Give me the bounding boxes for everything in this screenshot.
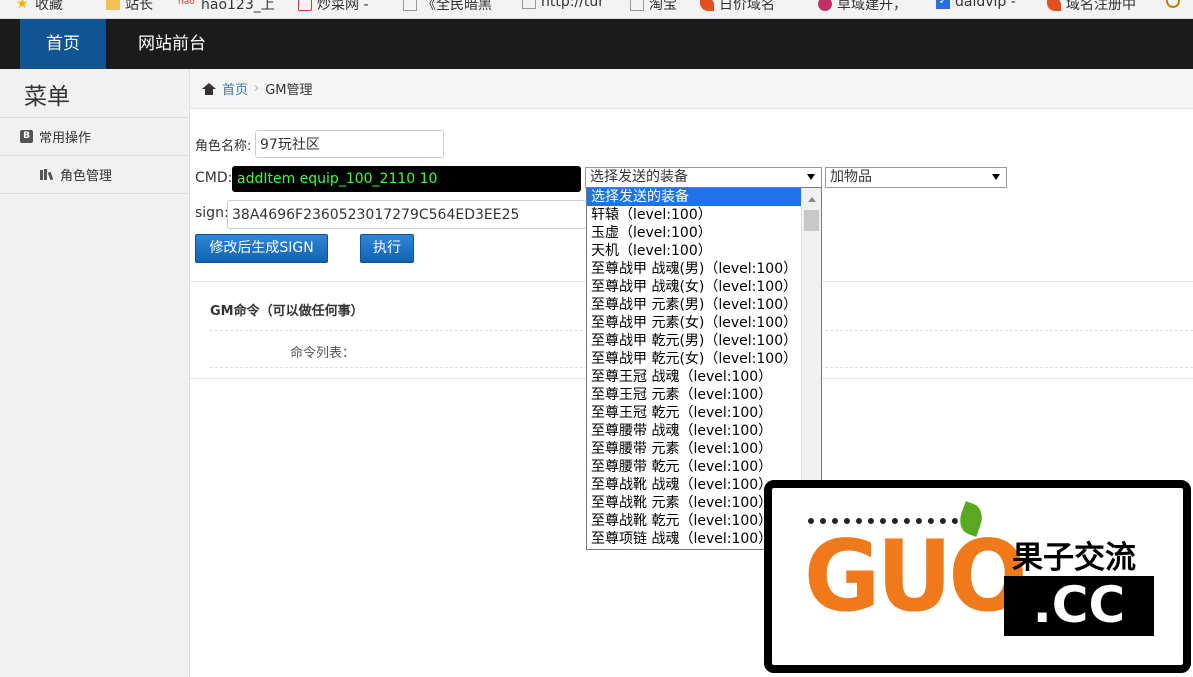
dropdown-option[interactable]: 至尊战甲 乾元(男)（level:100） — [587, 332, 801, 350]
breadcrumb: 首页 › GM管理 — [190, 69, 1193, 109]
extension-icon[interactable] — [1166, 0, 1180, 8]
sidebar-item-label: 角色管理 — [60, 168, 113, 184]
dropdown-option[interactable]: 至尊战甲 乾元(女)（level:100） — [587, 350, 801, 368]
nav-home[interactable]: 首页 — [20, 19, 106, 69]
bookmarks-bar: ★ 收藏 站长 hao hao123_上 炒菜网 - 《全民暗黑 http://tu… — [0, 0, 1193, 19]
bookmark-rijia[interactable]: 日价域名 — [700, 0, 775, 14]
breadcrumb-home-link[interactable]: 首页 — [222, 79, 248, 98]
role-name-label: 角色名称: — [195, 139, 252, 154]
dropdown-option[interactable]: 玉虚（level:100） — [587, 224, 801, 242]
gm-panel-title: GM命令（可以做任何事） — [210, 304, 364, 319]
feather-icon — [1047, 0, 1061, 11]
dropdown-option[interactable]: 至尊战甲 元素(男)（level:100） — [587, 296, 801, 314]
watermark-brand: GUO — [804, 520, 1028, 634]
dropdown-option[interactable]: 至尊战甲 战魂(女)（level:100） — [587, 278, 801, 296]
cmd-input[interactable]: addItem equip_100_2110 10 — [232, 166, 581, 192]
bookmark-daidvip[interactable]: ✓ daidvip - — [936, 0, 1016, 10]
top-navbar: 首页 网站前台 — [0, 19, 1193, 69]
hao123-icon: hao — [178, 0, 195, 7]
home-icon — [202, 82, 216, 95]
action-select-value: 加物品 — [830, 169, 872, 185]
divider — [0, 193, 189, 194]
star-icon: ★ — [16, 0, 29, 12]
breadcrumb-current: GM管理 — [265, 83, 313, 98]
role-name-input[interactable]: 97玩社区 — [255, 130, 444, 158]
bookmark-taobao[interactable]: 淘宝 — [630, 0, 677, 14]
sidebar-title: 菜单 — [24, 84, 70, 110]
bookmark-quanmin[interactable]: 《全民暗黑 — [403, 0, 492, 14]
bookmark-hao123[interactable]: hao hao123_上 — [178, 0, 275, 14]
dropdown-option[interactable]: 天机（level:100） — [587, 242, 801, 260]
cmd-label: CMD: — [195, 170, 233, 186]
bookmark-favorites[interactable]: ★ 收藏 — [16, 0, 63, 14]
dropdown-option[interactable]: 至尊王冠 元素（level:100） — [587, 386, 801, 404]
nav-front-site[interactable]: 网站前台 — [118, 19, 226, 69]
checkbox-icon: ✓ — [936, 0, 950, 9]
page-icon — [403, 0, 417, 11]
dropdown-option[interactable]: 至尊王冠 乾元（level:100） — [587, 404, 801, 422]
sign-input[interactable]: 38A4696F2360523017279C564ED3EE25 — [227, 200, 587, 229]
folder-icon — [106, 0, 120, 10]
dropdown-option[interactable]: 至尊腰带 战魂（level:100） — [587, 422, 801, 440]
dropdown-option[interactable]: 选择发送的装备 — [587, 188, 801, 206]
sidebar-group-common[interactable]: B 常用操作 — [0, 117, 189, 155]
watermark-logo: GUO 果子交流 .CC — [764, 480, 1191, 673]
watermark-cn-text: 果子交流 — [1012, 540, 1136, 576]
scrollbar-thumb[interactable] — [804, 210, 819, 231]
scroll-up-arrow-icon[interactable] — [808, 197, 816, 202]
command-list-label: 命令列表： — [290, 346, 356, 361]
dropdown-arrow-icon — [807, 174, 815, 180]
dropdown-option[interactable]: 至尊战甲 战魂(男)（level:100） — [587, 260, 801, 278]
generate-sign-button[interactable]: 修改后生成SIGN — [195, 234, 328, 263]
feather-icon — [700, 0, 714, 11]
dropdown-option[interactable]: 至尊王冠 战魂（level:100） — [587, 368, 801, 386]
execute-button[interactable]: 执行 — [360, 234, 414, 263]
bookmark-domain[interactable]: 域名注册中 — [1047, 0, 1136, 14]
action-select[interactable]: 加物品 — [825, 167, 1007, 188]
dropdown-option[interactable]: 至尊腰带 元素（level:100） — [587, 440, 801, 458]
sidebar-group-label: 常用操作 — [39, 130, 92, 146]
bookmark-zhanzhang[interactable]: 站长 — [106, 0, 153, 14]
dropdown-option[interactable]: 轩辕（level:100） — [587, 206, 801, 224]
watermark-domain: .CC — [1004, 576, 1154, 636]
bookmark-tur[interactable]: http://tur — [522, 0, 604, 10]
dropdown-option[interactable]: 至尊战甲 元素(女)（level:100） — [587, 314, 801, 332]
books-icon — [40, 168, 54, 180]
b-square-icon: B — [20, 129, 33, 143]
sidebar: 菜单 B 常用操作 角色管理 — [0, 69, 190, 677]
page-icon — [630, 0, 644, 11]
dropdown-option[interactable]: 至尊腰带 乾元（level:100） — [587, 458, 801, 476]
bookmark-chaocai[interactable]: 炒菜网 - — [298, 0, 369, 14]
equipment-select-value: 选择发送的装备 — [590, 169, 688, 185]
chevron-right-icon: › — [254, 81, 260, 96]
bookmark-caoyu[interactable]: 草域建开， — [818, 0, 907, 14]
equipment-select[interactable]: 选择发送的装备 — [585, 167, 822, 188]
site-icon — [298, 0, 312, 11]
dropdown-arrow-icon — [992, 174, 1000, 180]
sign-label: sign: — [195, 205, 229, 221]
page-icon — [522, 0, 536, 9]
sidebar-item-role-management[interactable]: 角色管理 — [0, 155, 189, 193]
flower-icon — [818, 0, 832, 11]
